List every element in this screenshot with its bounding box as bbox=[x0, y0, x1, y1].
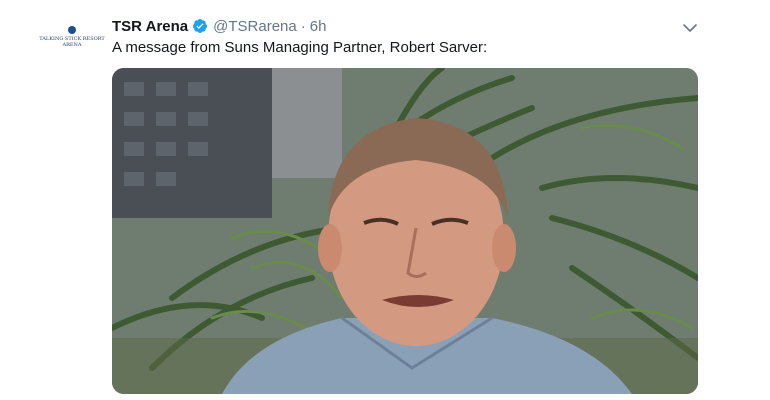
arena-logo-icon bbox=[68, 26, 76, 34]
tweet-header: TSR Arena @TSRarena · 6h bbox=[112, 16, 326, 36]
tweet[interactable]: TALKING STICK RESORT ARENA TSR Arena @TS… bbox=[0, 0, 770, 400]
video-player[interactable] bbox=[112, 68, 698, 394]
display-name[interactable]: TSR Arena bbox=[112, 18, 188, 35]
video-frame bbox=[112, 68, 698, 394]
avatar-logo-text: ARENA bbox=[62, 42, 82, 48]
timestamp[interactable]: 6h bbox=[310, 18, 327, 35]
chevron-down-icon[interactable] bbox=[680, 20, 700, 36]
user-handle[interactable]: @TSRarena bbox=[213, 18, 297, 35]
verified-badge-icon bbox=[192, 18, 208, 34]
tweet-text: A message from Suns Managing Partner, Ro… bbox=[112, 39, 488, 56]
separator: · bbox=[300, 17, 306, 35]
avatar[interactable]: TALKING STICK RESORT ARENA bbox=[39, 26, 105, 56]
